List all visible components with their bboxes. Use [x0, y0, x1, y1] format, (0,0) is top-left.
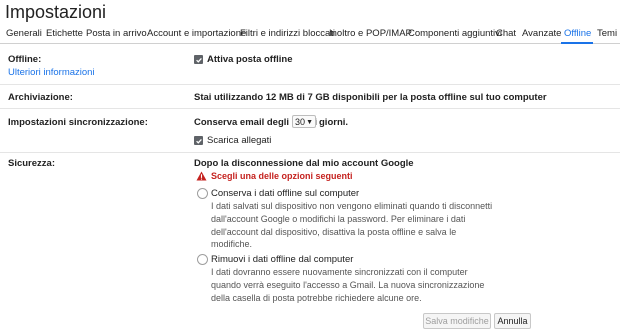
divider [0, 152, 620, 153]
security-heading: Dopo la disconnessione dal mio account G… [194, 158, 414, 169]
learn-more-link[interactable]: Ulteriori informazioni [8, 67, 95, 78]
sync-days-value: 30 [295, 117, 306, 127]
tab-etichette[interactable]: Etichette [46, 28, 83, 39]
enable-offline-label: Attiva posta offline [207, 54, 293, 65]
description-line: quando verrà eseguito l'accesso a Gmail.… [211, 279, 485, 290]
divider [0, 108, 620, 109]
download-attachments-label: Scarica allegati [207, 135, 272, 146]
settings-tabs: Generali Etichette Posta in arrivo Accou… [0, 26, 620, 44]
sync-days-select[interactable]: 30 ▼ [292, 115, 316, 128]
tab-avanzate[interactable]: Avanzate [522, 28, 561, 39]
tab-componenti[interactable]: Componenti aggiuntivi [408, 28, 502, 39]
divider [0, 84, 620, 85]
tab-inoltro[interactable]: Inoltro e POP/IMAP [329, 28, 412, 39]
cancel-button[interactable]: Annulla [494, 313, 531, 329]
offline-label: Offline: [8, 54, 42, 65]
page-title: Impostazioni [5, 2, 107, 22]
chevron-down-icon: ▼ [306, 119, 313, 126]
description-line: modifiche. [211, 239, 253, 250]
sync-label: Impostazioni sincronizzazione: [8, 117, 148, 128]
tab-account-importazione[interactable]: Account e importazione [147, 28, 246, 39]
keep-offline-data-radio[interactable] [197, 188, 208, 199]
keep-offline-data-label: Conserva i dati offline sul computer [211, 188, 360, 199]
sync-suffix: giorni. [319, 117, 349, 128]
remove-offline-data-description: I dati dovranno essere nuovamente sincro… [211, 266, 484, 304]
description-line: dall'account Google o modifichi la passw… [211, 213, 466, 224]
enable-offline-checkbox[interactable] [194, 55, 203, 64]
tab-chat[interactable]: Chat [496, 28, 516, 39]
remove-offline-data-radio[interactable] [197, 254, 208, 265]
warning-icon [196, 171, 207, 181]
download-attachments-checkbox[interactable] [194, 136, 203, 145]
description-line: I dati dovranno essere nuovamente sincro… [211, 267, 468, 277]
save-changes-button[interactable]: Salva modifiche [423, 313, 491, 329]
storage-usage-text: Stai utilizzando 12 MB di 7 GB disponibi… [194, 92, 547, 103]
checkmark-icon [195, 138, 202, 144]
tab-offline[interactable]: Offline [564, 28, 591, 39]
warning-message: Scegli una delle opzioni seguenti [211, 171, 353, 181]
description-line: I dati salvati sul dispositivo non vengo… [211, 201, 493, 211]
tab-generali[interactable]: Generali [6, 28, 42, 39]
description-line: dell'account dal dispositivo, disattiva … [211, 226, 457, 237]
tab-posta-in-arrivo[interactable]: Posta in arrivo [86, 28, 147, 39]
checkmark-icon [195, 57, 202, 63]
security-label: Sicurezza: [8, 158, 55, 169]
active-tab-indicator [561, 42, 593, 44]
description-line: della casella di posta potrebbe richiede… [211, 292, 422, 303]
keep-offline-data-description: I dati salvati sul dispositivo non vengo… [211, 200, 492, 251]
remove-offline-data-label: Rimuovi i dati offline dal computer [211, 254, 354, 265]
tab-filtri[interactable]: Filtri e indirizzi bloccati [240, 28, 335, 39]
tab-temi[interactable]: Temi [597, 28, 617, 39]
storage-label: Archiviazione: [8, 92, 73, 103]
